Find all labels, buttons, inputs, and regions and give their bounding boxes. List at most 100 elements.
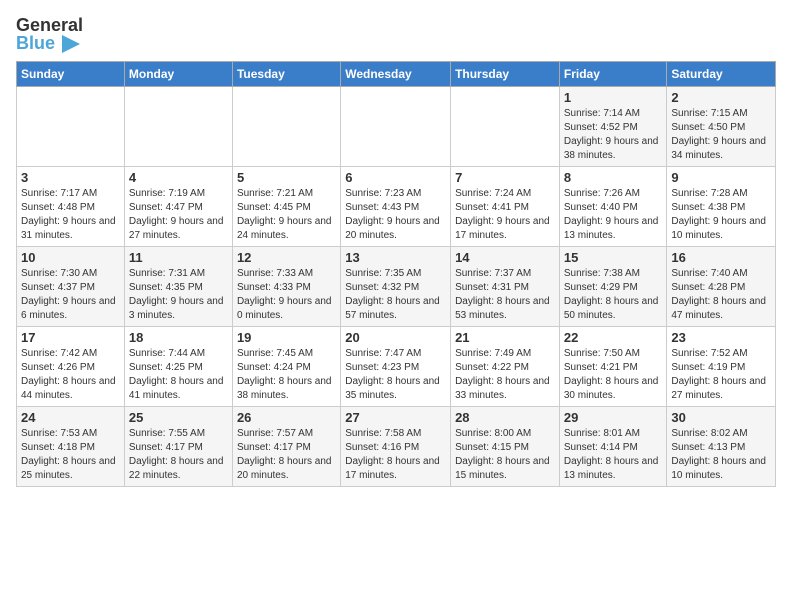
day-number: 2 xyxy=(671,90,771,105)
day-detail: Sunrise: 7:24 AM Sunset: 4:41 PM Dayligh… xyxy=(455,187,555,243)
day-detail: Sunrise: 7:42 AM Sunset: 4:26 PM Dayligh… xyxy=(21,347,120,403)
day-number: 19 xyxy=(237,330,336,345)
day-detail: Sunrise: 7:35 AM Sunset: 4:32 PM Dayligh… xyxy=(345,267,446,323)
day-detail: Sunrise: 7:38 AM Sunset: 4:29 PM Dayligh… xyxy=(564,267,663,323)
day-header-friday: Friday xyxy=(559,62,667,87)
day-header-sunday: Sunday xyxy=(17,62,125,87)
day-detail: Sunrise: 7:53 AM Sunset: 4:18 PM Dayligh… xyxy=(21,427,120,483)
day-detail: Sunrise: 7:57 AM Sunset: 4:17 PM Dayligh… xyxy=(237,427,336,483)
day-number: 17 xyxy=(21,330,120,345)
calendar-cell: 7 Sunrise: 7:24 AM Sunset: 4:41 PM Daylig… xyxy=(451,167,560,247)
day-number: 11 xyxy=(129,250,228,265)
calendar-cell: 12 Sunrise: 7:33 AM Sunset: 4:33 PM Dayli… xyxy=(232,247,340,327)
calendar-cell xyxy=(17,87,125,167)
calendar-cell xyxy=(451,87,560,167)
day-detail: Sunrise: 7:23 AM Sunset: 4:43 PM Dayligh… xyxy=(345,187,446,243)
calendar-cell: 10 Sunrise: 7:30 AM Sunset: 4:37 PM Dayli… xyxy=(17,247,125,327)
calendar-cell: 16 Sunrise: 7:40 AM Sunset: 4:28 PM Dayli… xyxy=(667,247,776,327)
day-number: 16 xyxy=(671,250,771,265)
calendar-cell: 1Sunrise: 7:14 AM Sunset: 4:52 PM Daylig… xyxy=(559,87,667,167)
calendar-cell: 24 Sunrise: 7:53 AM Sunset: 4:18 PM Dayli… xyxy=(17,407,125,487)
day-number: 8 xyxy=(564,170,663,185)
day-header-monday: Monday xyxy=(124,62,232,87)
calendar-header-row: SundayMondayTuesdayWednesdayThursdayFrid… xyxy=(17,62,776,87)
day-header-wednesday: Wednesday xyxy=(341,62,451,87)
calendar-week-row: 17 Sunrise: 7:42 AM Sunset: 4:26 PM Dayli… xyxy=(17,327,776,407)
day-detail: Sunrise: 7:17 AM Sunset: 4:48 PM Dayligh… xyxy=(21,187,120,243)
day-number: 4 xyxy=(129,170,228,185)
calendar-cell: 17 Sunrise: 7:42 AM Sunset: 4:26 PM Dayli… xyxy=(17,327,125,407)
day-detail: Sunrise: 8:02 AM Sunset: 4:13 PM Dayligh… xyxy=(671,427,771,483)
calendar-cell: 25 Sunrise: 7:55 AM Sunset: 4:17 PM Dayli… xyxy=(124,407,232,487)
day-header-thursday: Thursday xyxy=(451,62,560,87)
calendar-cell xyxy=(232,87,340,167)
day-detail: Sunrise: 7:45 AM Sunset: 4:24 PM Dayligh… xyxy=(237,347,336,403)
day-number: 3 xyxy=(21,170,120,185)
calendar-cell: 13 Sunrise: 7:35 AM Sunset: 4:32 PM Dayli… xyxy=(341,247,451,327)
day-detail: Sunrise: 7:30 AM Sunset: 4:37 PM Dayligh… xyxy=(21,267,120,323)
day-detail: Sunrise: 7:49 AM Sunset: 4:22 PM Dayligh… xyxy=(455,347,555,403)
calendar-week-row: 24 Sunrise: 7:53 AM Sunset: 4:18 PM Dayli… xyxy=(17,407,776,487)
day-number: 5 xyxy=(237,170,336,185)
calendar-cell: 28 Sunrise: 8:00 AM Sunset: 4:15 PM Dayli… xyxy=(451,407,560,487)
logo-flag-icon xyxy=(62,35,80,53)
calendar-cell: 30 Sunrise: 8:02 AM Sunset: 4:13 PM Dayli… xyxy=(667,407,776,487)
day-number: 9 xyxy=(671,170,771,185)
day-number: 28 xyxy=(455,410,555,425)
day-header-saturday: Saturday xyxy=(667,62,776,87)
calendar-week-row: 1Sunrise: 7:14 AM Sunset: 4:52 PM Daylig… xyxy=(17,87,776,167)
day-detail: Sunrise: 7:52 AM Sunset: 4:19 PM Dayligh… xyxy=(671,347,771,403)
day-number: 12 xyxy=(237,250,336,265)
day-detail: Sunrise: 7:50 AM Sunset: 4:21 PM Dayligh… xyxy=(564,347,663,403)
day-number: 27 xyxy=(345,410,446,425)
day-detail: Sunrise: 7:44 AM Sunset: 4:25 PM Dayligh… xyxy=(129,347,228,403)
day-number: 20 xyxy=(345,330,446,345)
day-number: 23 xyxy=(671,330,771,345)
day-detail: Sunrise: 8:00 AM Sunset: 4:15 PM Dayligh… xyxy=(455,427,555,483)
day-number: 7 xyxy=(455,170,555,185)
calendar-cell: 3 Sunrise: 7:17 AM Sunset: 4:48 PM Daylig… xyxy=(17,167,125,247)
day-number: 13 xyxy=(345,250,446,265)
logo: General Blue xyxy=(16,16,83,53)
day-number: 15 xyxy=(564,250,663,265)
day-detail: Sunrise: 7:33 AM Sunset: 4:33 PM Dayligh… xyxy=(237,267,336,323)
day-detail: Sunrise: 7:26 AM Sunset: 4:40 PM Dayligh… xyxy=(564,187,663,243)
day-number: 10 xyxy=(21,250,120,265)
calendar-cell: 22Sunrise: 7:50 AM Sunset: 4:21 PM Dayli… xyxy=(559,327,667,407)
day-detail: Sunrise: 7:40 AM Sunset: 4:28 PM Dayligh… xyxy=(671,267,771,323)
day-number: 26 xyxy=(237,410,336,425)
day-number: 29 xyxy=(564,410,663,425)
calendar-cell: 21Sunrise: 7:49 AM Sunset: 4:22 PM Dayli… xyxy=(451,327,560,407)
day-number: 14 xyxy=(455,250,555,265)
day-detail: Sunrise: 7:31 AM Sunset: 4:35 PM Dayligh… xyxy=(129,267,228,323)
calendar-cell xyxy=(341,87,451,167)
calendar-cell: 4 Sunrise: 7:19 AM Sunset: 4:47 PM Daylig… xyxy=(124,167,232,247)
day-detail: Sunrise: 8:01 AM Sunset: 4:14 PM Dayligh… xyxy=(564,427,663,483)
calendar-cell: 6 Sunrise: 7:23 AM Sunset: 4:43 PM Daylig… xyxy=(341,167,451,247)
day-detail: Sunrise: 7:47 AM Sunset: 4:23 PM Dayligh… xyxy=(345,347,446,403)
day-detail: Sunrise: 7:19 AM Sunset: 4:47 PM Dayligh… xyxy=(129,187,228,243)
day-number: 1 xyxy=(564,90,663,105)
calendar-cell: 11 Sunrise: 7:31 AM Sunset: 4:35 PM Dayli… xyxy=(124,247,232,327)
calendar-cell: 26 Sunrise: 7:57 AM Sunset: 4:17 PM Dayli… xyxy=(232,407,340,487)
calendar-cell: 15 Sunrise: 7:38 AM Sunset: 4:29 PM Dayli… xyxy=(559,247,667,327)
day-detail: Sunrise: 7:55 AM Sunset: 4:17 PM Dayligh… xyxy=(129,427,228,483)
header: General Blue xyxy=(16,16,776,53)
day-number: 30 xyxy=(671,410,771,425)
day-number: 24 xyxy=(21,410,120,425)
day-detail: Sunrise: 7:21 AM Sunset: 4:45 PM Dayligh… xyxy=(237,187,336,243)
day-number: 25 xyxy=(129,410,228,425)
day-detail: Sunrise: 7:15 AM Sunset: 4:50 PM Dayligh… xyxy=(671,107,771,163)
calendar-table: SundayMondayTuesdayWednesdayThursdayFrid… xyxy=(16,61,776,487)
calendar-cell: 27 Sunrise: 7:58 AM Sunset: 4:16 PM Dayli… xyxy=(341,407,451,487)
day-detail: Sunrise: 7:28 AM Sunset: 4:38 PM Dayligh… xyxy=(671,187,771,243)
calendar-cell xyxy=(124,87,232,167)
day-detail: Sunrise: 7:37 AM Sunset: 4:31 PM Dayligh… xyxy=(455,267,555,323)
calendar-cell: 5 Sunrise: 7:21 AM Sunset: 4:45 PM Daylig… xyxy=(232,167,340,247)
calendar-cell: 23 Sunrise: 7:52 AM Sunset: 4:19 PM Dayli… xyxy=(667,327,776,407)
calendar-cell: 19 Sunrise: 7:45 AM Sunset: 4:24 PM Dayli… xyxy=(232,327,340,407)
day-detail: Sunrise: 7:58 AM Sunset: 4:16 PM Dayligh… xyxy=(345,427,446,483)
calendar-cell: 29 Sunrise: 8:01 AM Sunset: 4:14 PM Dayli… xyxy=(559,407,667,487)
day-number: 6 xyxy=(345,170,446,185)
logo-wordmark: General Blue xyxy=(16,16,83,53)
